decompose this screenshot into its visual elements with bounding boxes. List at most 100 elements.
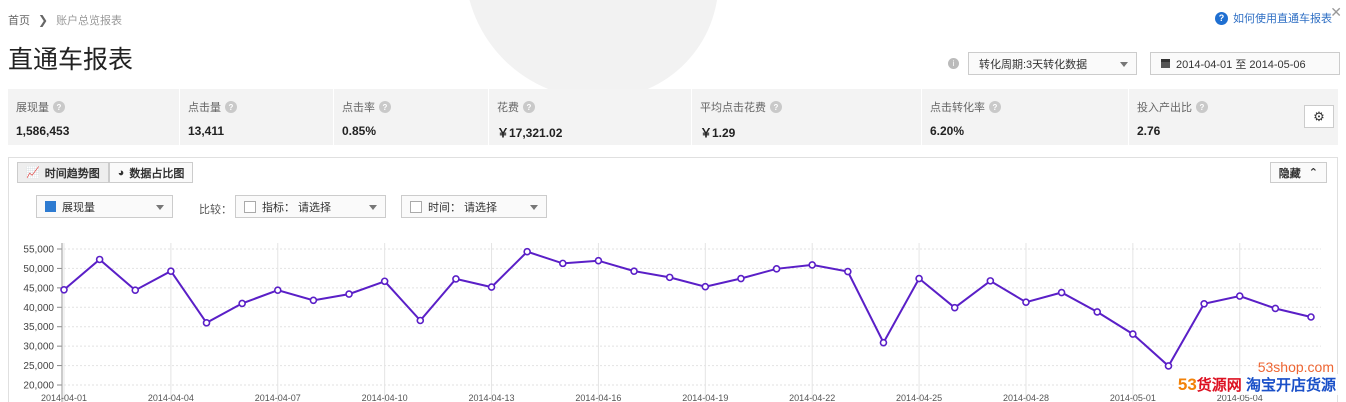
metric-value: 0.85%	[342, 124, 377, 138]
series-line	[63, 250, 1312, 368]
metric-impressions: 展现量? 1,586,453	[8, 89, 180, 145]
data-point	[238, 299, 246, 308]
data-point	[273, 286, 282, 294]
compare-time-select[interactable]: 时间： 请选择	[401, 195, 547, 218]
tab-time-trend[interactable]: 📈 时间趋势图	[17, 162, 109, 183]
y-tick-label: 20,000	[23, 381, 54, 392]
data-point	[131, 286, 140, 294]
data-point	[950, 303, 959, 312]
data-point	[202, 319, 211, 327]
compare-metric-value: 指标： 请选择	[262, 201, 332, 214]
y-tick-label: 50,000	[23, 264, 54, 275]
data-point	[1307, 313, 1315, 321]
question-icon[interactable]: ?	[523, 101, 535, 113]
breadcrumb-separator-icon: ❯	[38, 13, 49, 27]
data-point	[487, 283, 496, 291]
data-point	[309, 296, 318, 305]
data-point	[844, 267, 852, 276]
trend-line-chart: 20,000 25,000 30,000 35,000 40,000 45,000 50,0…	[23, 243, 1321, 402]
question-icon[interactable]: ?	[379, 101, 391, 113]
data-point	[1022, 298, 1030, 307]
chevron-down-icon	[156, 205, 164, 210]
metric-label: 投入产出比	[1137, 102, 1192, 114]
metric-value: 6.20%	[930, 124, 965, 138]
data-point	[416, 316, 425, 325]
hide-label: 隐藏	[1278, 167, 1301, 180]
data-point	[737, 274, 745, 283]
metric-value: 13,411	[188, 124, 225, 138]
x-tick-label: 2014-05-01	[1110, 393, 1156, 402]
x-tick-label: 2014-04-13	[469, 393, 515, 402]
compare-metric-select[interactable]: 指标： 请选择	[235, 195, 386, 218]
breadcrumb-home[interactable]: 首页	[8, 12, 30, 28]
x-tick-label: 2014-04-19	[682, 393, 728, 402]
metrics-bar: 展现量? 1,586,453 点击量? 13,411 点击率? 0.85% 花费…	[8, 89, 1338, 145]
compare-metric-checkbox[interactable]	[244, 200, 256, 213]
y-tick-label: 35,000	[23, 322, 54, 333]
question-icon[interactable]: ?	[770, 101, 782, 113]
data-point	[452, 275, 460, 283]
settings-button[interactable]: ⚙	[1304, 105, 1334, 128]
data-point	[594, 256, 603, 265]
y-tick-label: 45,000	[23, 283, 54, 294]
watermark-brand-num: 53	[1177, 375, 1197, 394]
chevron-up-icon: ⌃	[1308, 167, 1318, 179]
x-tick-label: 2014-04-28	[1003, 393, 1049, 402]
info-icon[interactable]: i	[948, 58, 959, 69]
metric-cost: 花费? ￥17,321.02	[489, 89, 692, 145]
question-icon[interactable]: ?	[989, 101, 1001, 113]
period-select[interactable]: 转化周期:3天转化数据	[968, 52, 1137, 75]
data-point	[95, 255, 104, 264]
data-point	[808, 261, 817, 269]
x-tick-label: 2014-04-01	[41, 393, 87, 402]
period-select-value: 转化周期:3天转化数据	[979, 58, 1088, 71]
breadcrumb: 首页 ❯ 账户总览报表	[8, 12, 122, 28]
metric-label: 花费	[497, 102, 519, 114]
date-range-picker[interactable]: 2014-04-01 至 2014-05-06	[1150, 52, 1340, 75]
metric-value: 1,586,453	[16, 124, 70, 138]
y-tick-label: 40,000	[23, 303, 54, 314]
chart-tabs: 📈 时间趋势图 ◕ 数据占比图	[17, 162, 194, 183]
metric-select[interactable]: 展现量	[36, 195, 173, 218]
y-tick-label: 30,000	[23, 342, 54, 353]
data-point	[1235, 292, 1244, 300]
data-point	[1164, 362, 1173, 370]
tab-data-share[interactable]: ◕ 数据占比图	[108, 162, 194, 183]
data-point	[986, 277, 995, 285]
x-tick-label: 2014-04-04	[148, 393, 194, 402]
help-link[interactable]: ? 如何使用直通车报表	[1215, 10, 1332, 26]
tab-label: 时间趋势图	[44, 167, 100, 180]
data-point	[915, 274, 923, 283]
close-icon[interactable]: ✕	[1330, 4, 1342, 21]
data-point	[60, 285, 68, 294]
data-point	[1271, 304, 1280, 313]
data-point	[1129, 330, 1137, 338]
data-point	[1093, 308, 1102, 316]
x-tick-label: 2014-04-10	[362, 393, 408, 402]
metric-label: 点击量	[188, 102, 221, 114]
date-range-value: 2014-04-01 至 2014-05-06	[1176, 58, 1306, 71]
metric-ctr: 点击率? 0.85%	[334, 89, 489, 145]
data-point	[167, 267, 175, 275]
question-icon[interactable]: ?	[1196, 101, 1208, 113]
x-tick-label: 2014-04-25	[896, 393, 942, 402]
compare-time-checkbox[interactable]	[410, 200, 422, 213]
data-point	[701, 282, 710, 291]
question-icon[interactable]: ?	[225, 101, 237, 113]
watermark-brand: 53货源网 淘宝开店货源	[1175, 374, 1338, 395]
question-icon[interactable]: ?	[53, 101, 65, 113]
help-icon: ?	[1215, 11, 1228, 25]
compare-time-value: 时间： 请选择	[428, 201, 498, 214]
data-point	[665, 273, 674, 282]
chevron-down-icon	[369, 205, 377, 210]
line-chart-icon: 📈	[26, 167, 40, 179]
pie-chart-icon: ◕	[117, 166, 125, 179]
watermark-domain: 53shop.com	[1257, 359, 1334, 375]
metric-clicks: 点击量? 13,411	[180, 89, 334, 145]
watermark-brand-name: 货源网	[1196, 377, 1242, 394]
data-point	[380, 277, 389, 286]
tab-label: 数据占比图	[129, 167, 185, 180]
data-point	[879, 338, 888, 347]
chevron-down-icon	[1120, 62, 1128, 67]
hide-chart-button[interactable]: 隐藏 ⌃	[1269, 162, 1327, 183]
